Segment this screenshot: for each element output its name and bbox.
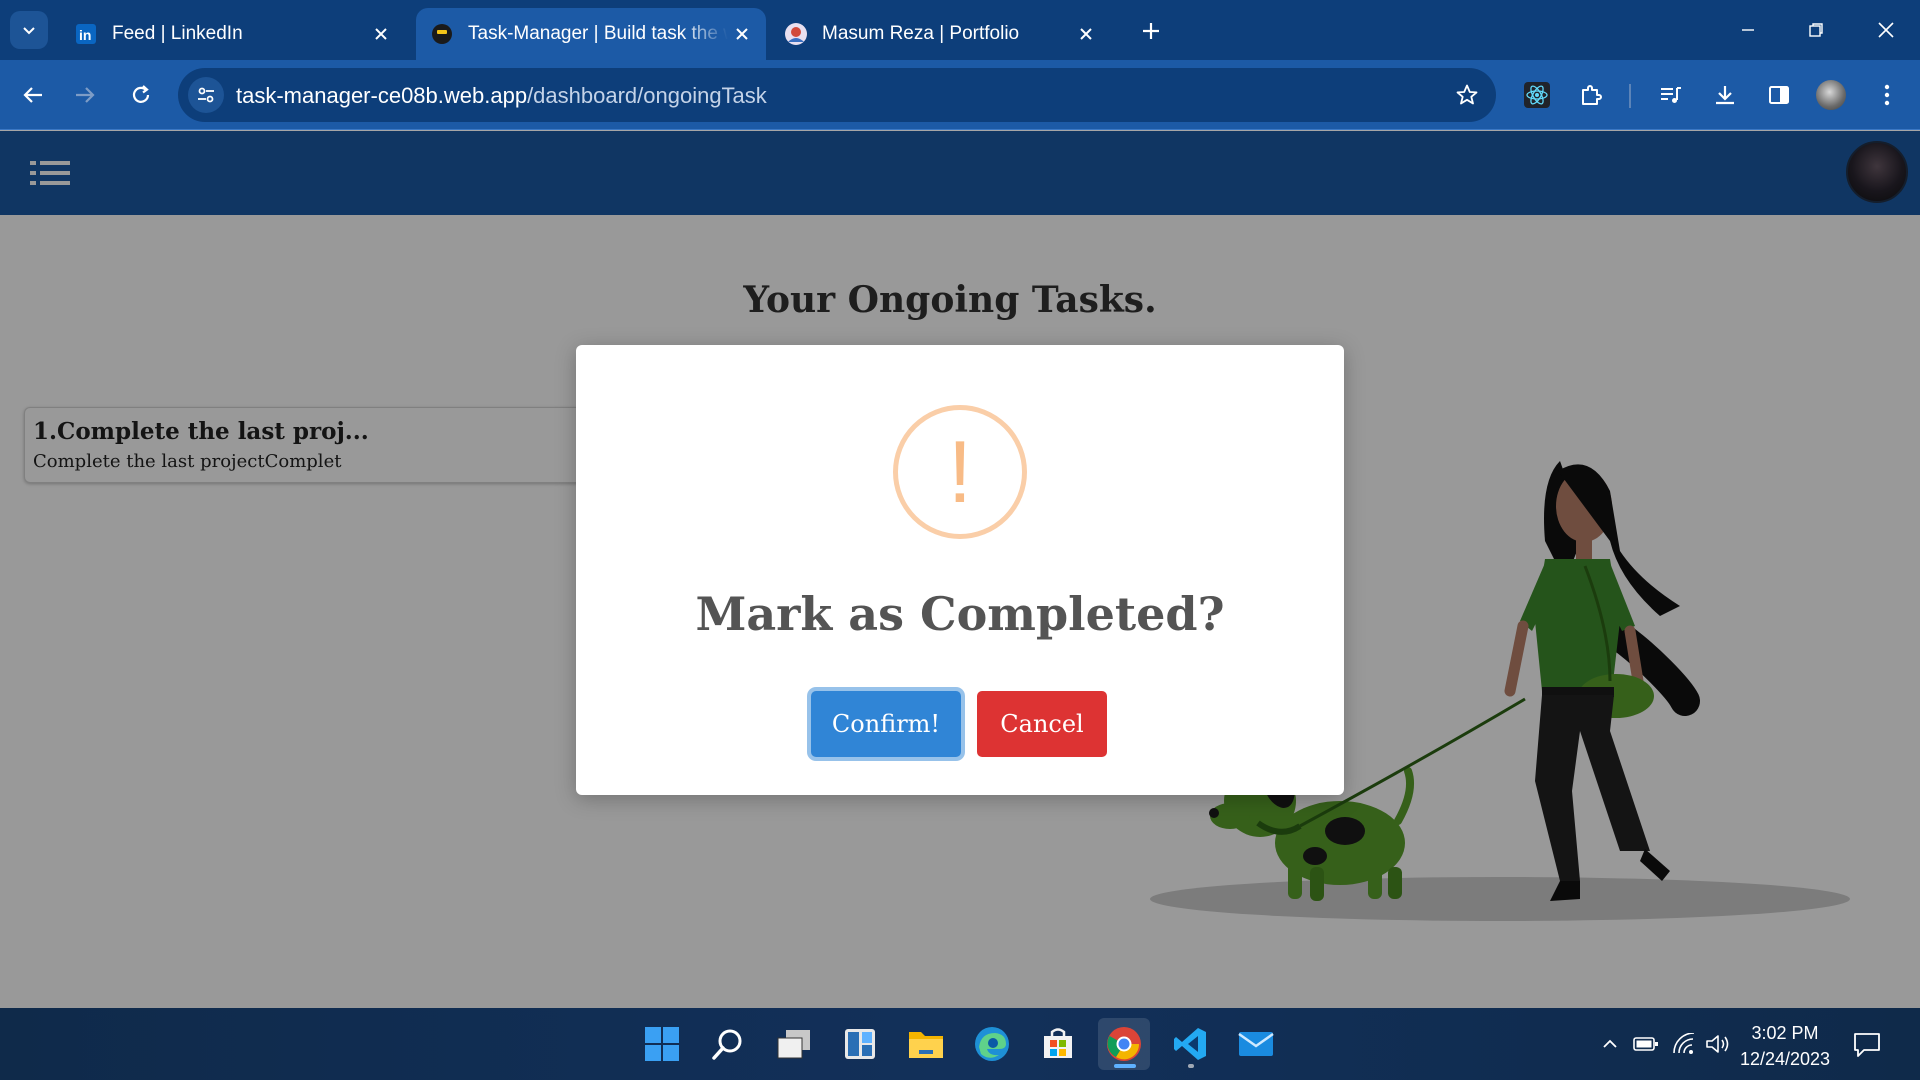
- volume-icon[interactable]: [1704, 1030, 1732, 1058]
- notification-icon: [1854, 1033, 1880, 1057]
- linkedin-icon: in: [74, 22, 98, 46]
- side-panel-icon: [1769, 86, 1789, 104]
- browser-toolbar: task-manager-ce08b.web.app/dashboard/ong…: [0, 60, 1920, 130]
- chevron-up-icon: [1603, 1039, 1617, 1048]
- close-tab-icon[interactable]: [1072, 20, 1100, 48]
- reload-icon: [132, 85, 150, 103]
- svg-text:in: in: [79, 27, 91, 43]
- bookmark-button[interactable]: [1450, 78, 1484, 112]
- task-view-button[interactable]: [768, 1018, 820, 1070]
- search-icon: [712, 1029, 742, 1060]
- chrome-button[interactable]: [1098, 1018, 1150, 1070]
- mail-icon: [1238, 1032, 1274, 1056]
- microsoft-store-button[interactable]: [1032, 1018, 1084, 1070]
- system-clock[interactable]: 3:02 PM 12/24/2023: [1730, 1020, 1840, 1072]
- arrow-left-icon: [23, 87, 42, 103]
- tab-search-button[interactable]: [10, 11, 48, 49]
- minimize-button[interactable]: [1714, 0, 1782, 60]
- star-icon: [1456, 84, 1478, 105]
- react-icon: [1524, 82, 1550, 108]
- file-explorer-button[interactable]: [900, 1018, 952, 1070]
- address-bar[interactable]: task-manager-ce08b.web.app/dashboard/ong…: [178, 68, 1496, 122]
- tab-title: Masum Reza | Portfolio: [822, 23, 1020, 44]
- chrome-icon: [1107, 1027, 1141, 1061]
- exclamation-icon: !: [893, 405, 1027, 539]
- show-hidden-icons-button[interactable]: [1596, 1030, 1624, 1058]
- new-tab-button[interactable]: [1134, 14, 1168, 48]
- side-panel-button[interactable]: [1758, 74, 1800, 116]
- tab-title: Task-Manager | Build task the w: [468, 23, 728, 44]
- store-icon: [1044, 1028, 1072, 1058]
- confirm-dialog: ! Mark as Completed? Confirm! Cancel: [576, 345, 1344, 795]
- battery-icon[interactable]: [1632, 1030, 1660, 1058]
- arrow-right-icon: [76, 87, 95, 103]
- running-indicator: [1188, 1064, 1194, 1068]
- back-button[interactable]: [12, 74, 54, 116]
- profile-avatar[interactable]: [1816, 80, 1846, 110]
- widgets-icon: [845, 1029, 875, 1059]
- close-window-button[interactable]: [1852, 0, 1920, 60]
- plus-icon: [1143, 23, 1159, 39]
- edge-icon: [975, 1027, 1009, 1061]
- mail-button[interactable]: [1230, 1018, 1282, 1070]
- chevron-down-icon: [23, 27, 35, 35]
- extensions-button[interactable]: [1570, 74, 1612, 116]
- notification-center-button[interactable]: [1852, 1030, 1882, 1060]
- edge-button[interactable]: [966, 1018, 1018, 1070]
- folder-icon: [909, 1032, 943, 1058]
- reload-button[interactable]: [120, 74, 162, 116]
- toolbar-divider: [1629, 84, 1631, 108]
- site-info-button[interactable]: [188, 77, 224, 113]
- close-icon: [1878, 22, 1894, 38]
- active-indicator: [1114, 1064, 1136, 1068]
- clock-date: 12/24/2023: [1739, 1049, 1831, 1069]
- cancel-button[interactable]: Cancel: [977, 691, 1107, 757]
- restore-button[interactable]: [1782, 0, 1850, 60]
- react-devtools-extension[interactable]: [1516, 74, 1558, 116]
- task-manager-icon: [430, 22, 454, 46]
- start-button[interactable]: [636, 1018, 688, 1070]
- queue-music-icon: [1661, 87, 1681, 103]
- browser-tab-bar: in Feed | LinkedIn Task-Manager | Build …: [0, 0, 1920, 60]
- clock-time: 3:02 PM: [1751, 1023, 1819, 1043]
- windows-icon: [645, 1027, 679, 1061]
- restore-icon: [1809, 23, 1823, 37]
- vscode-button[interactable]: [1164, 1018, 1216, 1070]
- portfolio-icon: [784, 22, 808, 46]
- tune-icon: [198, 87, 214, 103]
- puzzle-icon: [1582, 85, 1602, 105]
- forward-button[interactable]: [64, 74, 106, 116]
- dialog-title: Mark as Completed?: [695, 587, 1225, 641]
- media-controls-button[interactable]: [1650, 74, 1692, 116]
- url-path: /dashboard/ongoingTask: [527, 83, 767, 108]
- downloads-button[interactable]: [1704, 74, 1746, 116]
- tab-linkedin[interactable]: in Feed | LinkedIn: [60, 8, 405, 60]
- url-text: task-manager-ce08b.web.app/dashboard/ong…: [236, 83, 767, 109]
- tab-portfolio[interactable]: Masum Reza | Portfolio: [770, 8, 1110, 60]
- more-vertical-icon: [1884, 84, 1890, 106]
- url-host: task-manager-ce08b.web.app: [236, 83, 528, 108]
- vscode-icon: [1174, 1028, 1206, 1060]
- download-icon: [1716, 86, 1734, 105]
- minimize-icon: [1742, 29, 1754, 31]
- wifi-icon[interactable]: [1670, 1030, 1698, 1058]
- tab-title: Feed | LinkedIn: [112, 23, 243, 44]
- close-tab-icon[interactable]: [728, 20, 756, 48]
- taskbar-search-button[interactable]: [702, 1018, 754, 1070]
- task-view-icon: [777, 1030, 810, 1059]
- taskbar: 3:02 PM 12/24/2023: [0, 1008, 1920, 1080]
- close-tab-icon[interactable]: [367, 20, 395, 48]
- widgets-button[interactable]: [834, 1018, 886, 1070]
- menu-button[interactable]: [1866, 74, 1908, 116]
- confirm-button[interactable]: Confirm!: [811, 691, 961, 757]
- tab-task-manager[interactable]: Task-Manager | Build task the w: [416, 8, 766, 60]
